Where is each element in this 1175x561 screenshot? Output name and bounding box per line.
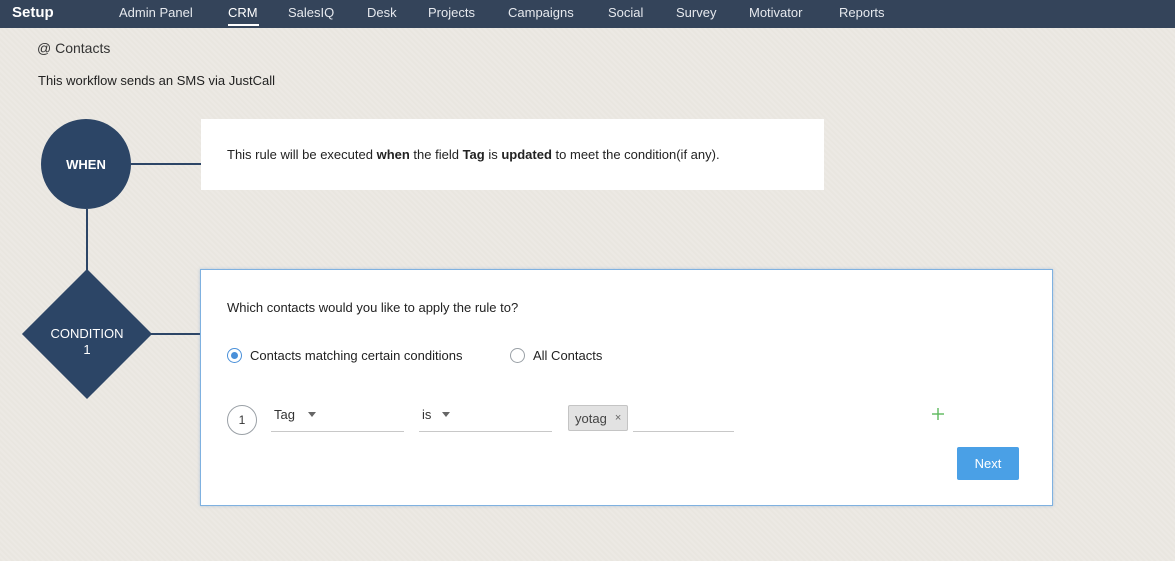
- when-label: WHEN: [66, 156, 106, 172]
- radio-matching-conditions-label[interactable]: Contacts matching certain conditions: [250, 348, 462, 363]
- nav-projects[interactable]: Projects: [428, 5, 475, 20]
- operator-select-value: is: [422, 407, 432, 422]
- top-nav-bar: Setup Admin Panel CRM SalesIQ Desk Proje…: [0, 0, 1175, 28]
- nav-admin-panel[interactable]: Admin Panel: [119, 5, 193, 20]
- nav-motivator[interactable]: Motivator: [749, 5, 802, 20]
- setup-brand[interactable]: Setup: [12, 4, 54, 21]
- nav-survey[interactable]: Survey: [676, 5, 716, 20]
- plus-icon[interactable]: [930, 406, 946, 422]
- trigger-action: updated: [501, 147, 552, 162]
- module-title: @ Contacts: [37, 40, 111, 56]
- condition-panel: Which contacts would you like to apply t…: [200, 269, 1053, 506]
- nav-social[interactable]: Social: [608, 5, 643, 20]
- when-connector: [131, 163, 201, 165]
- nav-reports[interactable]: Reports: [839, 5, 885, 20]
- condition-connector: [148, 333, 200, 335]
- tag-chip: yotag ×: [568, 405, 629, 431]
- when-node: WHEN: [41, 119, 131, 209]
- when-panel: This rule will be executed when the fiel…: [201, 119, 824, 190]
- nav-campaigns[interactable]: Campaigns: [508, 5, 574, 20]
- active-tab-indicator: [228, 24, 259, 26]
- when-rule-text: This rule will be executed when the fiel…: [227, 147, 720, 162]
- field-select[interactable]: Tag: [271, 400, 404, 432]
- condition-question: Which contacts would you like to apply t…: [227, 300, 519, 315]
- nav-desk[interactable]: Desk: [367, 5, 397, 20]
- tag-chip-label: yotag: [575, 410, 607, 426]
- chevron-down-icon: [442, 412, 450, 417]
- workflow-description[interactable]: This workflow sends an SMS via JustCall: [38, 73, 275, 88]
- tag-value-input[interactable]: [633, 400, 734, 432]
- radio-all-contacts-label[interactable]: All Contacts: [533, 348, 602, 363]
- operator-select[interactable]: is: [419, 400, 552, 432]
- vertical-connector: [86, 209, 88, 273]
- radio-all-contacts[interactable]: [510, 348, 525, 363]
- when-keyword: when: [376, 147, 410, 162]
- nav-crm[interactable]: CRM: [228, 5, 258, 20]
- condition-row-number: 1: [227, 405, 257, 435]
- nav-salesiq[interactable]: SalesIQ: [288, 5, 334, 20]
- radio-matching-conditions[interactable]: [227, 348, 242, 363]
- chevron-down-icon: [308, 412, 316, 417]
- next-button[interactable]: Next: [957, 447, 1019, 480]
- close-icon[interactable]: ×: [615, 412, 621, 424]
- field-name: Tag: [462, 147, 485, 162]
- field-select-value: Tag: [274, 407, 295, 422]
- condition-label-number: 1: [83, 342, 91, 357]
- condition-label-title: CONDITION: [50, 326, 124, 341]
- condition-label: CONDITION 1: [24, 326, 150, 358]
